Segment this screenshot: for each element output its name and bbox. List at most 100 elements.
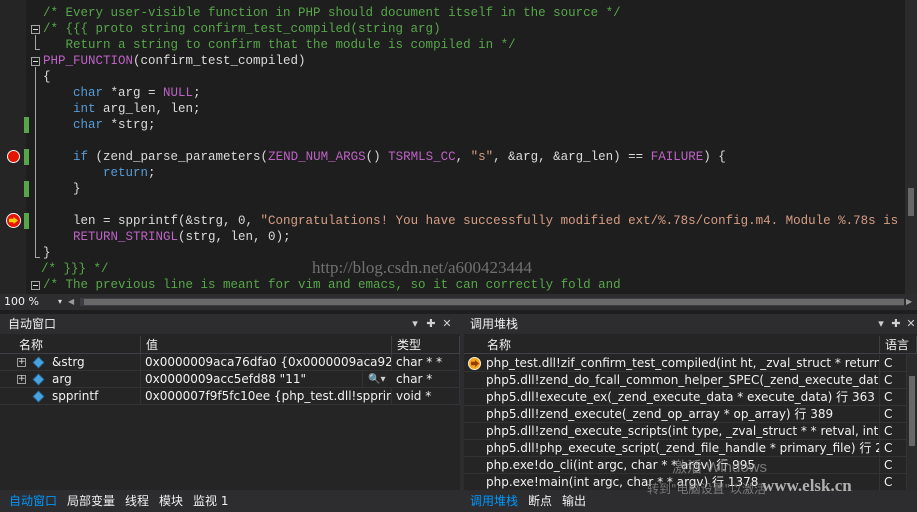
variable-icon	[32, 373, 45, 386]
code-line[interactable]: return;	[43, 165, 156, 181]
frame-language: C	[880, 406, 907, 423]
column-type[interactable]: 类型	[392, 336, 460, 354]
tab-locals[interactable]: 局部变量	[67, 490, 115, 512]
expand-icon[interactable]: +	[17, 358, 26, 367]
code-line[interactable]: }	[43, 245, 51, 261]
code-editor[interactable]: /* Every user-visible function in PHP sh…	[0, 0, 917, 294]
close-icon[interactable]: ✕	[440, 314, 454, 334]
panel-title: 自动窗口	[8, 317, 57, 331]
callstack-frame[interactable]: php5.dll!zend_do_fcall_common_helper_SPE…	[464, 372, 907, 389]
panel-menu-icon[interactable]: ▾	[874, 314, 888, 334]
scroll-right-icon[interactable]: ▶	[906, 297, 912, 306]
code-token: (confirm_test_compiled)	[133, 54, 306, 68]
autos-row[interactable]: + &strg0x0000009aca76dfa0 {0x0000009aca92…	[0, 354, 460, 371]
variable-value[interactable]: 0x000007f9f5fc10ee {php_test.dll!spprint…	[141, 388, 392, 405]
frame-name: php5.dll!zend_execute(_zend_op_array * o…	[482, 406, 880, 423]
code-line[interactable]: if (zend_parse_parameters(ZEND_NUM_ARGS(…	[43, 149, 726, 165]
code-line[interactable]: len = spprintf(&strg, 0, "Congratulation…	[43, 213, 917, 229]
code-token: *strg;	[103, 118, 156, 132]
variable-icon	[32, 390, 45, 403]
close-icon[interactable]: ✕	[904, 314, 917, 334]
activate-windows-overlay: 激活 Windows	[672, 459, 768, 476]
column-name[interactable]: 名称	[14, 336, 141, 354]
change-marker	[24, 117, 29, 133]
fold-toggle-icon[interactable]	[31, 281, 40, 290]
variable-icon	[32, 356, 45, 369]
callstack-frame[interactable]: php5.dll!execute_ex(_zend_execute_data *…	[464, 389, 907, 406]
column-name[interactable]: 名称	[482, 336, 880, 354]
tab-modules[interactable]: 模块	[159, 490, 183, 512]
code-line[interactable]: /* }}} */	[41, 261, 109, 277]
code-token: (strg, len, 0);	[178, 230, 291, 244]
autos-row[interactable]: + arg 0x0000009acc5efd88 "11" 🔍▾ char *	[0, 371, 460, 388]
fold-guide	[35, 67, 36, 257]
fold-toggle-icon[interactable]	[31, 25, 40, 34]
code-token: /* }}} */	[41, 262, 109, 276]
code-line[interactable]: /* Every user-visible function in PHP sh…	[43, 5, 621, 21]
callstack-frame[interactable]: php_test.dll!zif_confirm_test_compiled(i…	[464, 355, 907, 372]
callstack-scroll-thumb[interactable]	[909, 376, 915, 446]
indicator-margin[interactable]	[0, 0, 26, 294]
frame-name: php5.dll!zend_do_fcall_common_helper_SPE…	[482, 372, 880, 389]
code-line[interactable]: char *arg = NULL;	[43, 85, 201, 101]
code-token: , &arg, &arg_len) ==	[493, 150, 651, 164]
callstack-title-bar: 调用堆栈 ▾ ✚ ✕	[464, 314, 917, 334]
site-watermark: www.elsk.cn	[762, 476, 852, 495]
tab-call-stack[interactable]: 调用堆栈	[470, 490, 518, 512]
panel-menu-icon[interactable]: ▾	[408, 314, 422, 334]
code-token: Return a string to confirm that the modu…	[43, 38, 516, 52]
pin-icon[interactable]: ✚	[889, 314, 903, 334]
tab-autos[interactable]: 自动窗口	[9, 490, 57, 512]
visualizer-search-icon[interactable]: 🔍▾	[368, 371, 385, 388]
tab-threads[interactable]: 线程	[125, 490, 149, 512]
tab-watch-1[interactable]: 监视 1	[193, 490, 228, 512]
code-token: return	[103, 166, 149, 180]
code-token: FAILURE	[650, 150, 704, 164]
horizontal-scroll-thumb[interactable]	[84, 299, 904, 305]
code-token: NULL	[163, 86, 194, 100]
panel-title: 调用堆栈	[470, 317, 519, 331]
callstack-frame[interactable]: php5.dll!zend_execute_scripts(int type, …	[464, 423, 907, 440]
code-line[interactable]: RETURN_STRINGL(strg, len, 0);	[43, 229, 291, 245]
expand-icon[interactable]: +	[17, 375, 26, 384]
code-token: char	[73, 86, 104, 100]
callstack-frame[interactable]: php5.dll!php_execute_script(_zend_file_h…	[464, 440, 907, 457]
variable-value[interactable]: 0x0000009acc5efd88 "11"	[141, 371, 363, 388]
tab-breakpoints[interactable]: 断点	[528, 490, 552, 512]
code-line[interactable]: /* {{{ proto string confirm_test_compile…	[43, 21, 441, 37]
code-line[interactable]: char *strg;	[43, 117, 156, 133]
code-token: char	[73, 118, 104, 132]
autos-row[interactable]: spprintf 0x000007f9f5fc10ee {php_test.dll…	[0, 388, 460, 405]
code-line[interactable]: Return a string to confirm that the modu…	[43, 37, 516, 53]
code-token: ;	[148, 166, 156, 180]
code-line[interactable]: /* The previous line is meant for vim an…	[43, 277, 621, 293]
current-frame-icon	[468, 357, 481, 370]
code-line[interactable]: {	[43, 69, 51, 85]
current-instruction-icon[interactable]	[6, 213, 21, 228]
callstack-frame[interactable]: php5.dll!zend_execute(_zend_op_array * o…	[464, 406, 907, 423]
code-token: (zend_parse_parameters(	[88, 150, 269, 164]
blog-watermark: http://blog.csdn.net/a600423444	[312, 258, 533, 277]
zoom-dropdown-icon[interactable]: ▾	[54, 294, 66, 310]
breakpoint-icon[interactable]	[7, 150, 20, 163]
editor-vertical-scrollbar[interactable]	[905, 0, 917, 294]
fold-toggle-icon[interactable]	[31, 57, 40, 66]
zoom-level[interactable]: 100 %	[4, 294, 39, 310]
column-value[interactable]: 值	[141, 336, 392, 354]
variable-value[interactable]: 0x0000009aca76dfa0 {0x0000009aca922800 "…	[141, 354, 392, 371]
change-marker	[24, 181, 29, 197]
frame-name: php_test.dll!zif_confirm_test_compiled(i…	[482, 355, 880, 372]
code-token: len = spprintf(&strg, 0,	[43, 214, 261, 228]
scroll-left-icon[interactable]: ◀	[68, 297, 74, 306]
code-line[interactable]: int arg_len, len;	[43, 101, 201, 117]
tab-output[interactable]: 输出	[562, 490, 586, 512]
autos-panel: 自动窗口 ▾ ✚ ✕ 名称 值 类型 + &strg 0x0000009aca76d…	[0, 314, 460, 512]
editor-status-strip: 100 % ▾ ◀ ▶	[0, 294, 917, 310]
frame-language: C	[880, 355, 907, 372]
code-line[interactable]: PHP_FUNCTION(confirm_test_compiled)	[43, 53, 306, 69]
editor-scroll-thumb[interactable]	[908, 188, 914, 216]
pin-icon[interactable]: ✚	[424, 314, 438, 334]
column-language[interactable]: 语言	[880, 336, 917, 354]
code-line[interactable]: }	[43, 181, 81, 197]
